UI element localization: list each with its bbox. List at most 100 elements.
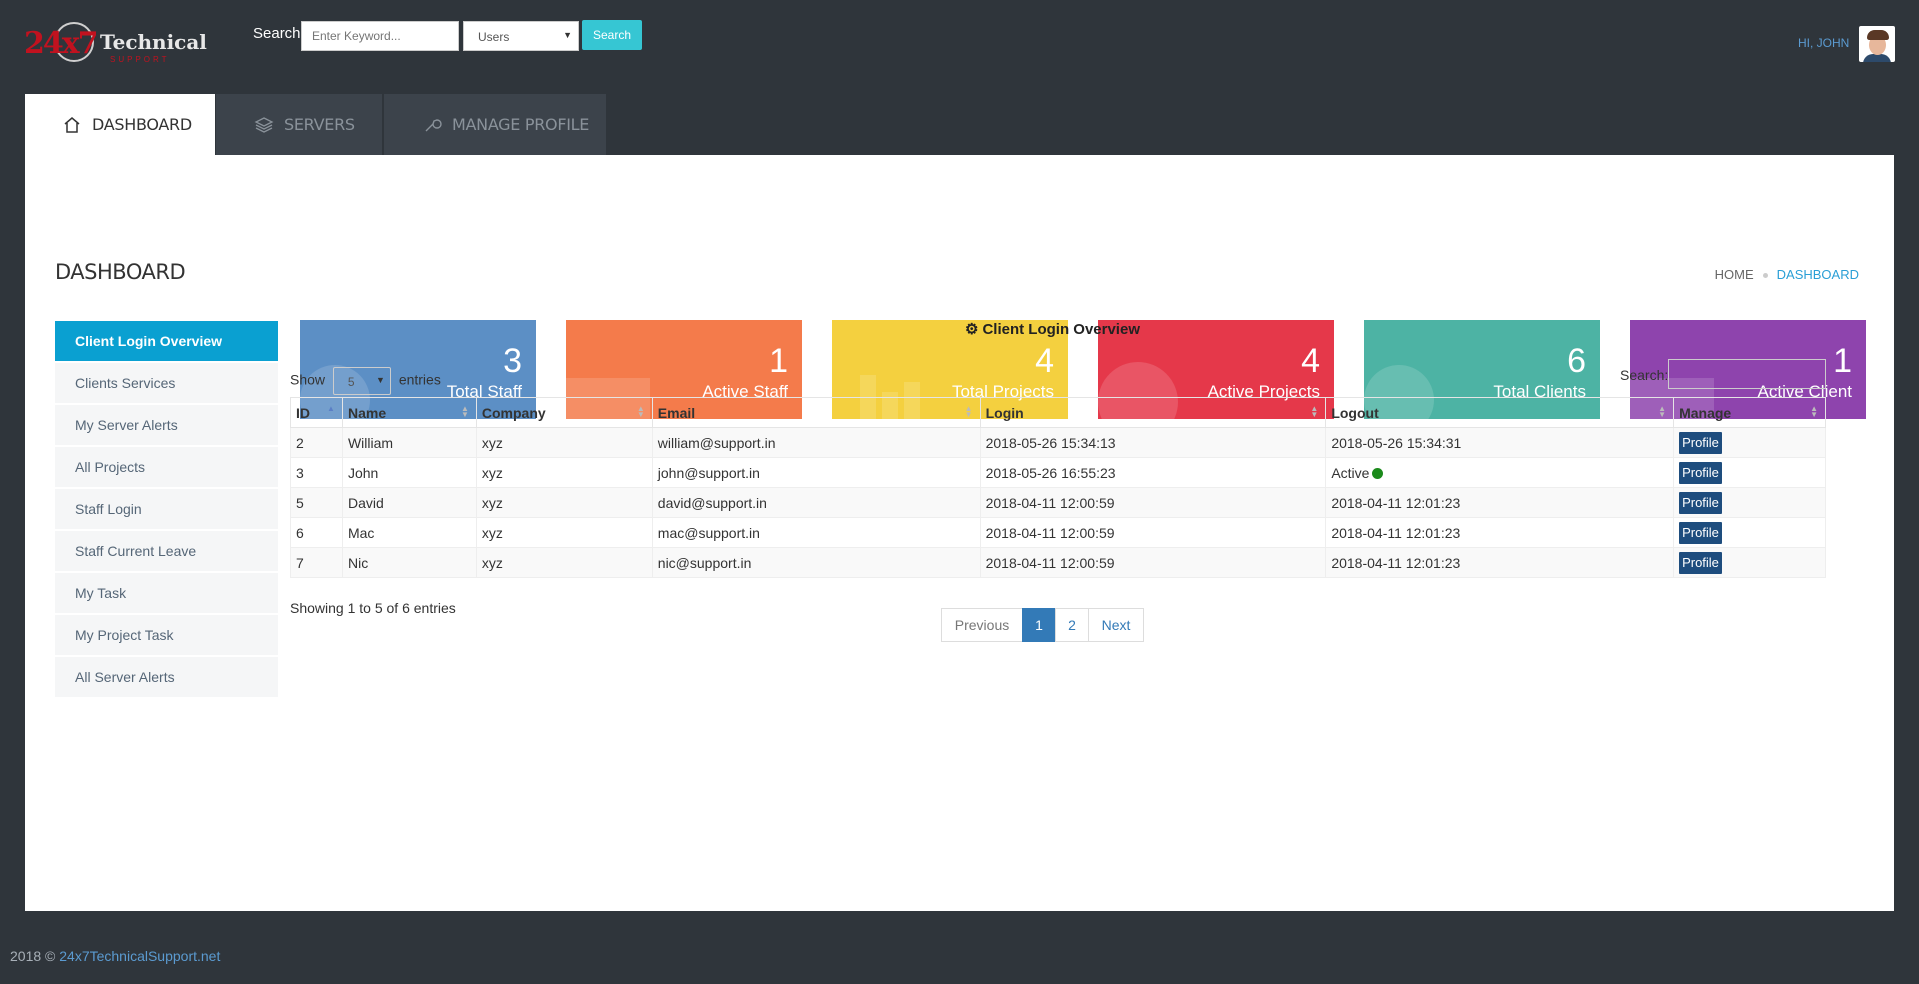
cell-company: xyz [475,457,653,488]
user-greeting[interactable]: HI, JOHN [1798,36,1849,50]
tab-manage-profile[interactable]: MANAGE PROFILE [384,94,606,155]
breadcrumb-home[interactable]: HOME [1715,267,1754,282]
sidebar-item-all-projects[interactable]: All Projects [55,447,278,487]
cell-login: 2018-04-11 12:00:59 [979,547,1327,578]
cell-logout: 2018-04-11 12:01:23 [1325,547,1675,578]
cell-name: Nic [341,547,477,578]
column-header-name[interactable]: Name ▲ ▼ [341,397,477,428]
column-header-label: Company [481,404,546,421]
footer: 2018 © 24x7TechnicalSupport.net [10,948,220,964]
column-header-manage[interactable]: Manage ▲ ▼ [1673,397,1826,428]
table-row: 6 Mac xyz mac@support.in 2018-04-11 12:0… [290,517,1826,548]
page-size-value: 5 [347,375,355,389]
logo-number: 24x7 [24,26,99,61]
search-type-select[interactable]: Users ▼ [463,21,579,51]
pagination-page-2[interactable]: 2 [1055,608,1089,642]
chevron-down-icon: ▼ [563,30,572,40]
table-row: 7 Nic xyz nic@support.in 2018-04-11 12:0… [290,547,1826,578]
cell-manage: Profile [1673,427,1826,458]
cell-email: mac@support.in [651,517,981,548]
cell-logout: 2018-04-11 12:01:23 [1325,487,1675,518]
sidebar: Client Login Overview Clients Services M… [55,321,278,699]
chevron-down-icon: ▼ [376,375,385,385]
sort-icon: ▲ ▼ [636,404,645,419]
column-header-login[interactable]: Login ▲ ▼ [979,397,1327,428]
home-icon [62,115,82,135]
column-header-id[interactable]: ID ▲ [290,397,343,428]
search-input[interactable] [301,21,459,51]
footer-link[interactable]: 24x7TechnicalSupport.net [59,948,220,964]
sidebar-item-staff-login[interactable]: Staff Login [55,489,278,529]
cell-email: john@support.in [651,457,981,488]
cell-company: xyz [475,487,653,518]
cell-id: 2 [290,427,343,458]
cell-company: xyz [475,427,653,458]
breadcrumb: HOME DASHBOARD [1715,267,1859,282]
entries-label: entries [398,371,441,388]
profile-button[interactable]: Profile [1679,431,1722,454]
logo-subtext: SUPPORT [110,55,170,64]
search-type-value: Users [478,30,510,44]
column-header-email[interactable]: Email ▲ ▼ [651,397,981,428]
cell-id: 7 [290,547,343,578]
cell-company: xyz [475,517,653,548]
profile-button[interactable]: Profile [1679,461,1722,484]
sidebar-item-staff-current-leave[interactable]: Staff Current Leave [55,531,278,571]
column-header-company[interactable]: Company ▲ ▼ [475,397,653,428]
cell-logout: 2018-05-26 15:34:31 [1325,427,1675,458]
tab-servers[interactable]: SERVERS [216,94,382,155]
page-size-select[interactable]: 5 ▼ [332,367,391,395]
pagination-page-1[interactable]: 1 [1022,608,1056,642]
sidebar-item-all-server-alerts[interactable]: All Server Alerts [55,657,278,697]
page-size-control: Show 5 ▼ entries [290,367,441,395]
column-header-logout[interactable]: Logout ▲ ▼ [1325,397,1675,428]
table-header-row: ID ▲ Name ▲ ▼ Company ▲ ▼ Email ▲ ▼ Login ▲ ▼ Log… [290,397,1826,428]
cell-id: 5 [290,487,343,518]
cell-manage: Profile [1673,517,1826,548]
avatar[interactable] [1859,26,1895,62]
profile-button[interactable]: Profile [1679,551,1722,574]
cell-login: 2018-04-11 12:00:59 [979,517,1327,548]
column-header-label: Login [985,404,1024,421]
sort-icon: ▲ ▼ [964,404,973,419]
profile-button[interactable]: Profile [1679,521,1722,544]
cell-manage: Profile [1673,487,1826,518]
page-title: DASHBOARD [55,260,186,284]
avatar-hair [1867,30,1889,40]
cell-manage: Profile [1673,547,1826,578]
cell-name: William [341,427,477,458]
sidebar-item-my-server-alerts[interactable]: My Server Alerts [55,405,278,445]
table-search: Search: [1620,359,1826,389]
cell-name: David [341,487,477,518]
stat-value: 1 [769,342,788,380]
stat-value: 4 [1035,342,1054,380]
online-status-icon [1372,468,1384,480]
breadcrumb-current: DASHBOARD [1776,267,1859,282]
tab-label: SERVERS [284,115,355,134]
table-row: 2 William xyz william@support.in 2018-05… [290,427,1826,458]
pagination-previous[interactable]: Previous [941,608,1023,642]
table-search-input[interactable] [1668,359,1826,389]
cell-id: 6 [290,517,343,548]
search-button[interactable]: Search [582,20,642,50]
column-header-label: Manage [1679,404,1732,421]
column-header-label: ID [296,404,310,421]
sort-icon: ▲ ▼ [460,404,469,419]
profile-button[interactable]: Profile [1679,491,1722,514]
sidebar-item-clients-services[interactable]: Clients Services [55,363,278,403]
site-logo[interactable]: 24x7 Technical SUPPORT [24,18,207,68]
sidebar-item-my-task[interactable]: My Task [55,573,278,613]
sidebar-item-client-login-overview[interactable]: Client Login Overview [55,321,278,361]
cell-id: 3 [290,457,343,488]
search-label: Search [253,25,301,42]
pagination: Previous 1 2 Next [941,608,1144,642]
gear-icon: ⚙ [965,321,979,338]
show-label: Show [290,371,326,388]
stat-value: 4 [1301,342,1320,380]
tab-dashboard[interactable]: DASHBOARD [25,94,215,155]
stat-value: 3 [503,342,522,380]
sidebar-item-my-project-task[interactable]: My Project Task [55,615,278,655]
pagination-next[interactable]: Next [1088,608,1144,642]
stat-value: 6 [1567,342,1586,380]
cell-login: 2018-04-11 12:00:59 [979,487,1327,518]
